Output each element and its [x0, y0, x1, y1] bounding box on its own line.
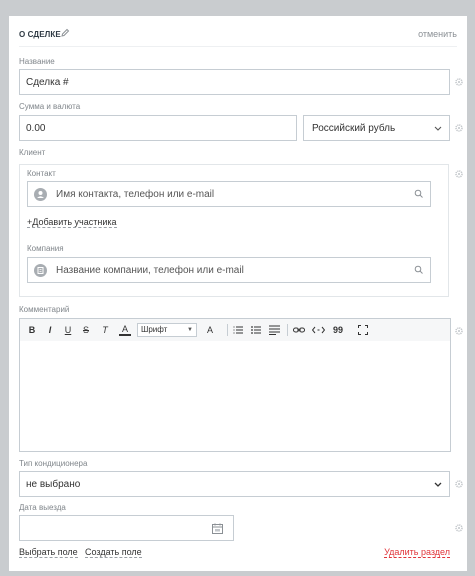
company-icon [34, 264, 47, 277]
toolbar-divider [287, 324, 288, 336]
code-icon[interactable] [312, 325, 325, 335]
gear-icon[interactable] [455, 78, 463, 86]
fullscreen-icon[interactable] [358, 325, 368, 335]
company-placeholder: Название компании, телефон или e-mail [56, 265, 244, 276]
font-family-select[interactable]: Шрифт ▼ [137, 323, 197, 337]
company-label: Компания [27, 244, 64, 253]
strike-button[interactable]: S [81, 324, 91, 336]
gear-icon[interactable] [455, 480, 463, 488]
numbered-list-icon[interactable] [233, 325, 243, 335]
section-divider [19, 46, 457, 47]
client-label: Клиент [19, 148, 46, 157]
ac-type-label: Тип кондиционера [19, 459, 88, 468]
currency-value: Российский рубль [312, 123, 396, 134]
italic-button[interactable]: I [45, 324, 55, 336]
company-search-input[interactable]: Название компании, телефон или e-mail [27, 257, 431, 283]
chevron-down-icon [434, 482, 442, 487]
currency-select[interactable]: Российский рубль [303, 115, 450, 141]
gear-icon[interactable] [455, 170, 463, 178]
underline-button[interactable]: U [63, 324, 73, 336]
quote-button[interactable]: 99 [332, 324, 344, 336]
contact-placeholder: Имя контакта, телефон или e-mail [56, 189, 215, 200]
delete-section-link[interactable]: Удалить раздел [384, 547, 450, 558]
contact-search-input[interactable]: Имя контакта, телефон или e-mail [27, 181, 431, 207]
name-label: Название [19, 57, 55, 66]
comment-editor[interactable]: B I U S T A Шрифт ▼ A 99 [19, 318, 451, 452]
font-color-button[interactable]: A [119, 324, 131, 336]
pencil-icon[interactable] [60, 28, 70, 38]
chevron-down-icon [434, 126, 442, 131]
bold-button[interactable]: B [27, 324, 37, 336]
deal-section-panel: О СДЕЛКЕ отменить Название Сделка # Сумм… [9, 16, 467, 571]
gear-icon[interactable] [455, 124, 463, 132]
select-field-link[interactable]: Выбрать поле [19, 547, 78, 558]
comment-label: Комментарий [19, 305, 70, 314]
bullet-list-icon[interactable] [251, 325, 261, 335]
calendar-icon[interactable] [212, 523, 223, 534]
editor-toolbar: B I U S T A Шрифт ▼ A 99 [20, 319, 450, 341]
font-size-button[interactable]: A [204, 324, 216, 336]
amount-value: 0.00 [26, 123, 46, 134]
align-icon[interactable] [269, 325, 280, 335]
add-participant-link[interactable]: +Добавить участника [27, 217, 117, 228]
clear-format-button[interactable]: T [99, 324, 111, 336]
departure-label: Дата выезда [19, 503, 66, 512]
amount-label: Сумма и валюта [19, 102, 81, 111]
section-title: О СДЕЛКЕ [19, 30, 61, 39]
font-family-value: Шрифт [141, 325, 168, 334]
contact-label: Контакт [27, 169, 56, 178]
name-input[interactable]: Сделка # [19, 69, 450, 95]
ac-type-select[interactable]: не выбрано [19, 471, 450, 497]
name-value: Сделка # [26, 77, 69, 88]
link-icon[interactable] [293, 325, 305, 335]
amount-input[interactable]: 0.00 [19, 115, 297, 141]
person-icon [34, 188, 47, 201]
toolbar-divider [227, 324, 228, 336]
cancel-link[interactable]: отменить [418, 29, 457, 39]
search-icon[interactable] [414, 265, 424, 275]
chevron-down-icon: ▼ [187, 327, 193, 333]
departure-date-input[interactable] [19, 515, 234, 541]
gear-icon[interactable] [455, 524, 463, 532]
search-icon[interactable] [414, 189, 424, 199]
gear-icon[interactable] [455, 327, 463, 335]
create-field-link[interactable]: Создать поле [85, 547, 142, 558]
client-box: Контакт Имя контакта, телефон или e-mail… [19, 164, 449, 297]
ac-type-value: не выбрано [26, 479, 81, 490]
